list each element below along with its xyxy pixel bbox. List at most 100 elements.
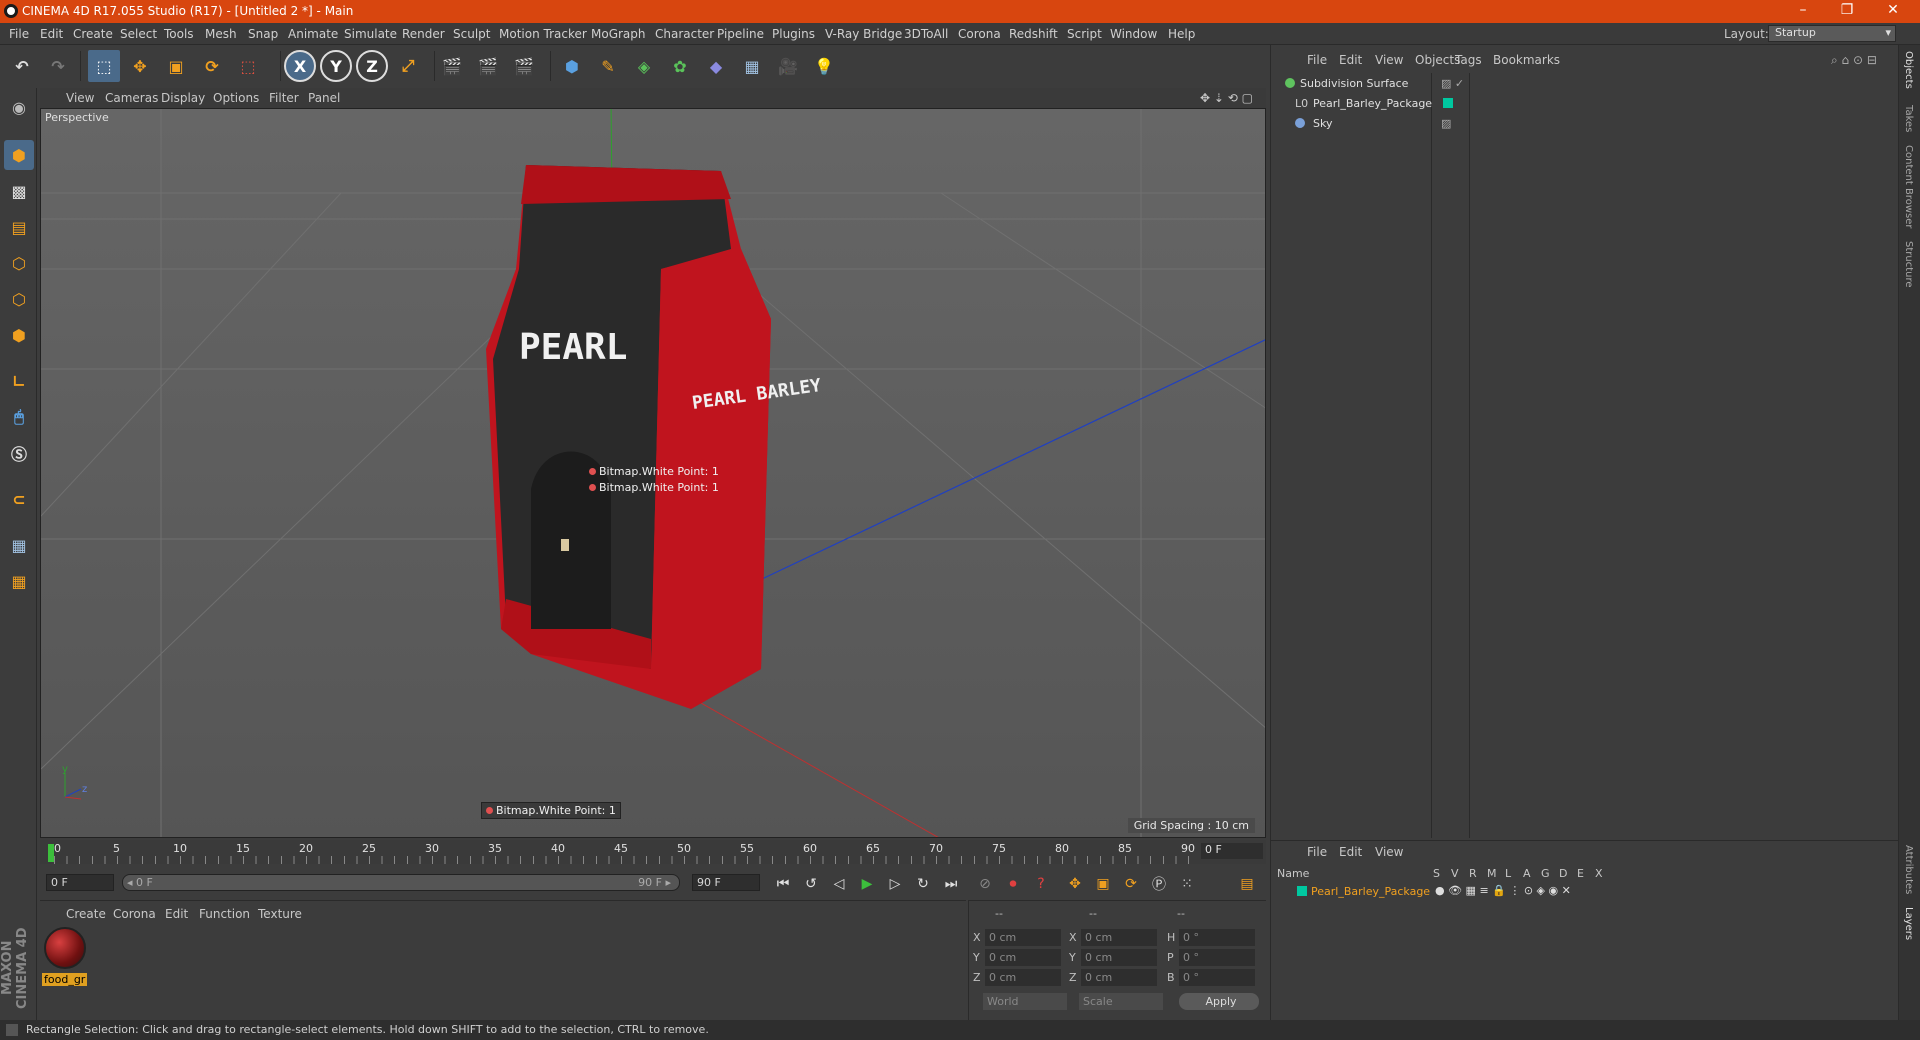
tab-takes[interactable]: Takes: [1903, 105, 1914, 132]
edges-mode-icon[interactable]: ⬡: [4, 284, 34, 314]
cube-primitive-icon[interactable]: ⬢: [556, 50, 588, 82]
texture-mode-icon[interactable]: ▩: [4, 176, 34, 206]
lm-menu-edit[interactable]: Edit: [1339, 845, 1362, 859]
render-view-icon[interactable]: 🎬: [436, 50, 468, 82]
current-frame-field[interactable]: 0 F: [1201, 843, 1263, 859]
om-menu-objects[interactable]: Objects: [1415, 53, 1460, 67]
x-axis-lock-button[interactable]: X: [284, 50, 316, 82]
vp-menu-display[interactable]: Display: [161, 91, 205, 105]
vp-menu-panel[interactable]: Panel: [308, 91, 340, 105]
menu-simulate[interactable]: Simulate: [344, 27, 397, 41]
model-mode-icon[interactable]: ⬢: [4, 140, 34, 170]
menu-motion-tracker[interactable]: Motion Tracker: [499, 27, 587, 41]
close-button[interactable]: ✕: [1878, 2, 1908, 18]
menu-plugins[interactable]: Plugins: [772, 27, 815, 41]
object-row-sky[interactable]: Sky ▨: [1275, 115, 1895, 133]
om-menu-edit[interactable]: Edit: [1339, 53, 1362, 67]
pos-y-field[interactable]: 0 cm: [985, 949, 1061, 966]
key-position-icon[interactable]: ✥: [1064, 873, 1086, 895]
next-frame-icon[interactable]: ▷: [884, 873, 906, 895]
subdivision-surface-icon[interactable]: ◈: [628, 50, 660, 82]
om-menu-tags[interactable]: Tags: [1455, 53, 1482, 67]
bitmap-tag-1[interactable]: Bitmap.White Point: 1: [589, 465, 719, 478]
go-to-start-icon[interactable]: ⏮: [772, 873, 794, 895]
minimize-button[interactable]: –: [1788, 2, 1818, 18]
size-y-field[interactable]: 0 cm: [1081, 949, 1157, 966]
record-keys-icon[interactable]: ⊘: [974, 873, 996, 895]
material-name[interactable]: food_gr: [42, 973, 88, 986]
key-pla-icon[interactable]: ⁙: [1176, 873, 1198, 895]
tab-objects[interactable]: Objects: [1903, 51, 1914, 89]
menu-corona[interactable]: Corona: [958, 27, 1001, 41]
light-icon[interactable]: 💡: [808, 50, 840, 82]
size-x-field[interactable]: 0 cm: [1081, 929, 1157, 946]
vp-menu-filter[interactable]: Filter: [269, 91, 299, 105]
render-settings-icon[interactable]: 🎬: [508, 50, 540, 82]
mograph-cloner-icon[interactable]: ✿: [664, 50, 696, 82]
menu-snap[interactable]: Snap: [248, 27, 278, 41]
pos-x-field[interactable]: 0 cm: [985, 929, 1061, 946]
record-active-icon[interactable]: ⏺: [1002, 873, 1024, 895]
rotate-tool-icon[interactable]: ⟳: [196, 50, 228, 82]
autokeying-icon[interactable]: ?: [1030, 873, 1052, 895]
viewport-perspective[interactable]: PEARL PEARL BARLEY y z Perspective Bitma…: [40, 108, 1266, 838]
workplane-mode-icon[interactable]: ▤: [4, 212, 34, 242]
vp-menu-view[interactable]: View: [66, 91, 94, 105]
timeline-window-icon[interactable]: ▤: [1236, 873, 1258, 895]
floor-icon[interactable]: ▦: [736, 50, 768, 82]
rot-h-field[interactable]: 0 °: [1179, 929, 1255, 946]
menu-window[interactable]: Window: [1110, 27, 1157, 41]
menu-mesh[interactable]: Mesh: [205, 27, 237, 41]
planar-workplane-icon[interactable]: ▦: [4, 566, 34, 596]
live-selection-icon[interactable]: ⬚: [88, 50, 120, 82]
coordinate-system-icon[interactable]: ⤢: [392, 50, 424, 82]
tab-content-browser[interactable]: Content Browser: [1903, 145, 1914, 228]
menu-script[interactable]: Script: [1067, 27, 1102, 41]
render-tag-icon[interactable]: ▨: [1441, 117, 1451, 130]
object-row-subdivision[interactable]: Subdivision Surface ▨ ✓: [1275, 75, 1895, 93]
go-to-end-icon[interactable]: ⏭: [940, 873, 962, 895]
size-z-field[interactable]: 0 cm: [1081, 969, 1157, 986]
axis-mode-icon[interactable]: ∟: [4, 366, 34, 396]
snap-icon[interactable]: Ⓢ: [4, 438, 34, 468]
menu-create[interactable]: Create: [73, 27, 113, 41]
tab-layers[interactable]: Layers: [1903, 907, 1914, 940]
menu-render[interactable]: Render: [402, 27, 445, 41]
pos-z-field[interactable]: 0 cm: [985, 969, 1061, 986]
vp-menu-options[interactable]: Options: [213, 91, 259, 105]
play-icon[interactable]: ▶: [856, 873, 878, 895]
om-menu-bookmarks[interactable]: Bookmarks: [1493, 53, 1560, 67]
tab-structure[interactable]: Structure: [1903, 241, 1914, 288]
key-rotation-icon[interactable]: ⟳: [1120, 873, 1142, 895]
layout-select[interactable]: Startup: [1768, 25, 1896, 42]
om-search-icons[interactable]: ⌕ ⌂ ⊙ ⊟: [1831, 53, 1877, 68]
camera-icon[interactable]: 🎥: [772, 50, 804, 82]
menu-vray-bridge[interactable]: V-Ray Bridge: [825, 27, 902, 41]
mat-menu-function[interactable]: Function: [199, 907, 250, 921]
undo-icon[interactable]: ↶: [6, 50, 38, 82]
workplane-lock-icon[interactable]: ▦: [4, 530, 34, 560]
y-axis-lock-button[interactable]: Y: [320, 50, 352, 82]
vp-menu-cameras[interactable]: Cameras: [105, 91, 158, 105]
menu-redshift[interactable]: Redshift: [1009, 27, 1058, 41]
make-editable-icon[interactable]: ◉: [4, 92, 34, 122]
z-axis-lock-button[interactable]: Z: [356, 50, 388, 82]
menu-animate[interactable]: Animate: [288, 27, 338, 41]
previous-key-icon[interactable]: ↺: [800, 873, 822, 895]
points-mode-icon[interactable]: ⬡: [4, 248, 34, 278]
mat-menu-create[interactable]: Create: [66, 907, 106, 921]
menu-file[interactable]: File: [9, 27, 29, 41]
render-picture-viewer-icon[interactable]: 🎬: [472, 50, 504, 82]
mat-menu-texture[interactable]: Texture: [258, 907, 302, 921]
timeline-ruler[interactable]: 0 5 10 15 20 25 30 35 40 45 50 55 60 65 …: [40, 840, 1266, 864]
menu-pipeline[interactable]: Pipeline: [717, 27, 764, 41]
layer-toggle-icons[interactable]: ● 👁 ▦ ≡ 🔒 ⋮ ⊙ ◈ ◉ ✕: [1435, 884, 1571, 897]
apply-button[interactable]: Apply: [1179, 993, 1259, 1010]
rot-b-field[interactable]: 0 °: [1179, 969, 1255, 986]
previous-frame-icon[interactable]: ◁: [828, 873, 850, 895]
material-thumbnail[interactable]: [44, 927, 86, 969]
move-tool-icon[interactable]: ✥: [124, 50, 156, 82]
menu-3dtoall[interactable]: 3DToAll: [904, 27, 948, 41]
mat-menu-edit[interactable]: Edit: [165, 907, 188, 921]
menu-edit[interactable]: Edit: [40, 27, 63, 41]
